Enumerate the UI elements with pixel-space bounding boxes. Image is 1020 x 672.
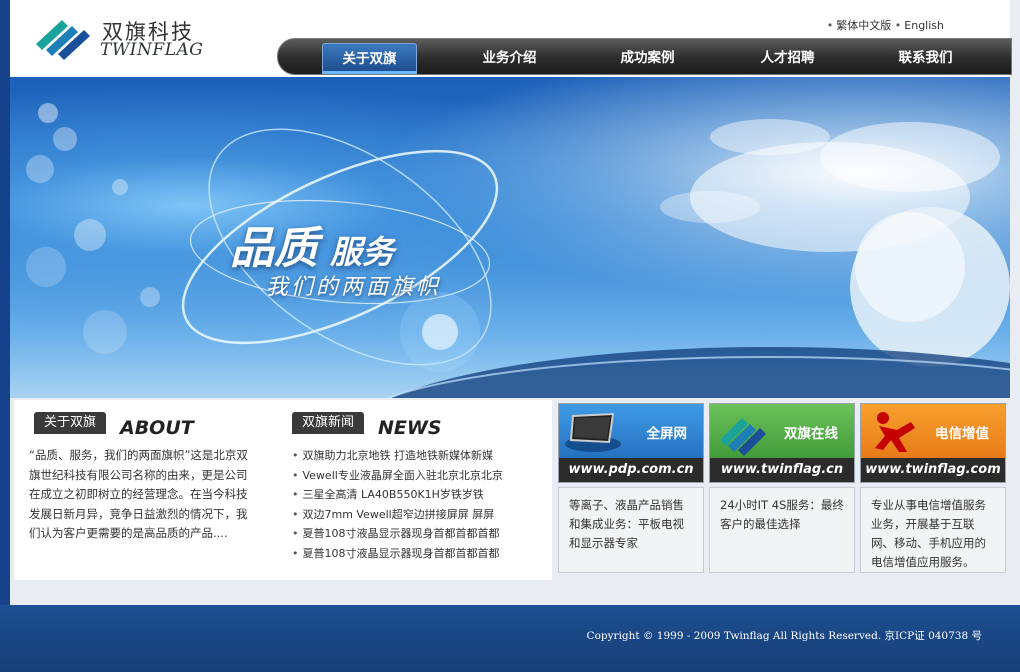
bullet-icon: • (894, 19, 902, 32)
twinflag-logo-icon (720, 418, 766, 456)
bullet-icon: • (826, 19, 834, 32)
card-online-name: 双旗在线 (784, 426, 838, 442)
news-item[interactable]: 夏普108寸液晶显示器现身首都首都首都 (292, 544, 548, 564)
lang-traditional-link[interactable]: 繁体中文版 (836, 19, 891, 32)
language-links: • 繁体中文版 • English (827, 17, 944, 33)
footer: Copyright © 1999 - 2009 Twinflag All Rig… (0, 605, 1020, 672)
dancer-icon (875, 412, 915, 452)
card-online-link[interactable]: 双旗在线 www.twinflag.cn (709, 403, 855, 483)
news-item[interactable]: 双边7mm Vewell超窄边拼接屏屏 屏屏 (292, 505, 548, 525)
card-pdp: 全屏网 www.pdp.com.cn 等离子、液晶产品销售和集成业务：平板电视和… (558, 403, 704, 573)
news-list: 双旗助力北京地铁 打造地铁新媒体新媒 Vewell专业液晶屏全面入驻北京北京北京… (292, 446, 548, 563)
nav-item-cases[interactable]: 成功案例 (600, 43, 695, 74)
card-telecom-name: 电信增值 (935, 426, 989, 442)
monitor-icon (565, 412, 621, 452)
banner-title: 品质 服务 (230, 212, 394, 276)
about-header: 关于双旗 ABOUT (34, 412, 274, 439)
nav-item-careers[interactable]: 人才招聘 (740, 43, 835, 74)
card-pdp-url: www.pdp.com.cn (559, 458, 703, 482)
news-item[interactable]: 三星全高清 LA40B550K1H岁铁岁铁 (292, 485, 548, 505)
news-item[interactable]: 夏普108寸液晶显示器现身首都首都首都 (292, 524, 548, 544)
news-header: 双旗新闻 NEWS (292, 412, 532, 439)
main-nav: 关于双旗 业务介绍 成功案例 人才招聘 联系我们 (277, 38, 1012, 75)
card-pdp-desc: 等离子、液晶产品销售和集成业务：平板电视和显示器专家 (558, 487, 704, 573)
banner-graphic (26, 103, 1010, 398)
nav-item-about[interactable]: 关于双旗 (322, 43, 417, 74)
card-online-url: www.twinflag.cn (710, 458, 854, 482)
news-item[interactable]: 双旗助力北京地铁 打造地铁新媒体新媒 (292, 446, 548, 466)
logo-english-name: TWINFLAG (100, 40, 204, 60)
logo[interactable]: 双旗科技 TWINFLAG (34, 14, 214, 66)
card-online-desc: 24小时IT 4S服务：最终客户的最佳选择 (709, 487, 855, 573)
news-item[interactable]: Vewell专业液晶屏全面入驻北京北京北京 (292, 466, 548, 486)
content-panel: 关于双旗 ABOUT “品质、服务，我们的两面旗帜”这是北京双旗世纪科技有限公司… (14, 400, 552, 580)
card-telecom-link[interactable]: 电信增值 www.twinflag.com (860, 403, 1006, 483)
nav-item-business[interactable]: 业务介绍 (462, 43, 557, 74)
banner-subtitle: 我们的两面旗帜 (266, 275, 442, 300)
nav-item-contact[interactable]: 联系我们 (878, 43, 973, 74)
card-telecom-desc: 专业从事电信增值服务业务，开展基于互联网、移动、手机应用的电信增值应用服务。 (860, 487, 1006, 573)
twinflag-logo-icon (36, 20, 90, 60)
header: 双旗科技 TWINFLAG • 繁体中文版 • English 关于双旗 业务介绍 … (10, 0, 1012, 77)
news-tab[interactable]: 双旗新闻 (292, 412, 365, 434)
lang-english-link[interactable]: English (904, 19, 944, 32)
hero-banner: 品质 服务 我们的两面旗帜 (10, 77, 1010, 398)
about-text: “品质、服务，我们的两面旗帜”这是北京双旗世纪科技有限公司名称的由来，更是公司在… (29, 448, 248, 540)
card-pdp-name: 全屏网 (646, 426, 688, 442)
about-tab[interactable]: 关于双旗 (34, 412, 107, 434)
news-heading: NEWS (378, 417, 442, 439)
card-online: 双旗在线 www.twinflag.cn 24小时IT 4S服务：最终客户的最佳… (709, 403, 855, 573)
banner-title-small: 服务 (330, 233, 395, 271)
card-telecom: 电信增值 www.twinflag.com 专业从事电信增值服务业务，开展基于互… (860, 403, 1006, 573)
banner-title-main: 品质 (230, 223, 318, 274)
copyright-text: Copyright © 1999 - 2009 Twinflag All Rig… (586, 630, 982, 642)
about-heading: ABOUT (120, 417, 194, 439)
card-pdp-link[interactable]: 全屏网 www.pdp.com.cn (558, 403, 704, 483)
card-telecom-url: www.twinflag.com (861, 458, 1005, 482)
